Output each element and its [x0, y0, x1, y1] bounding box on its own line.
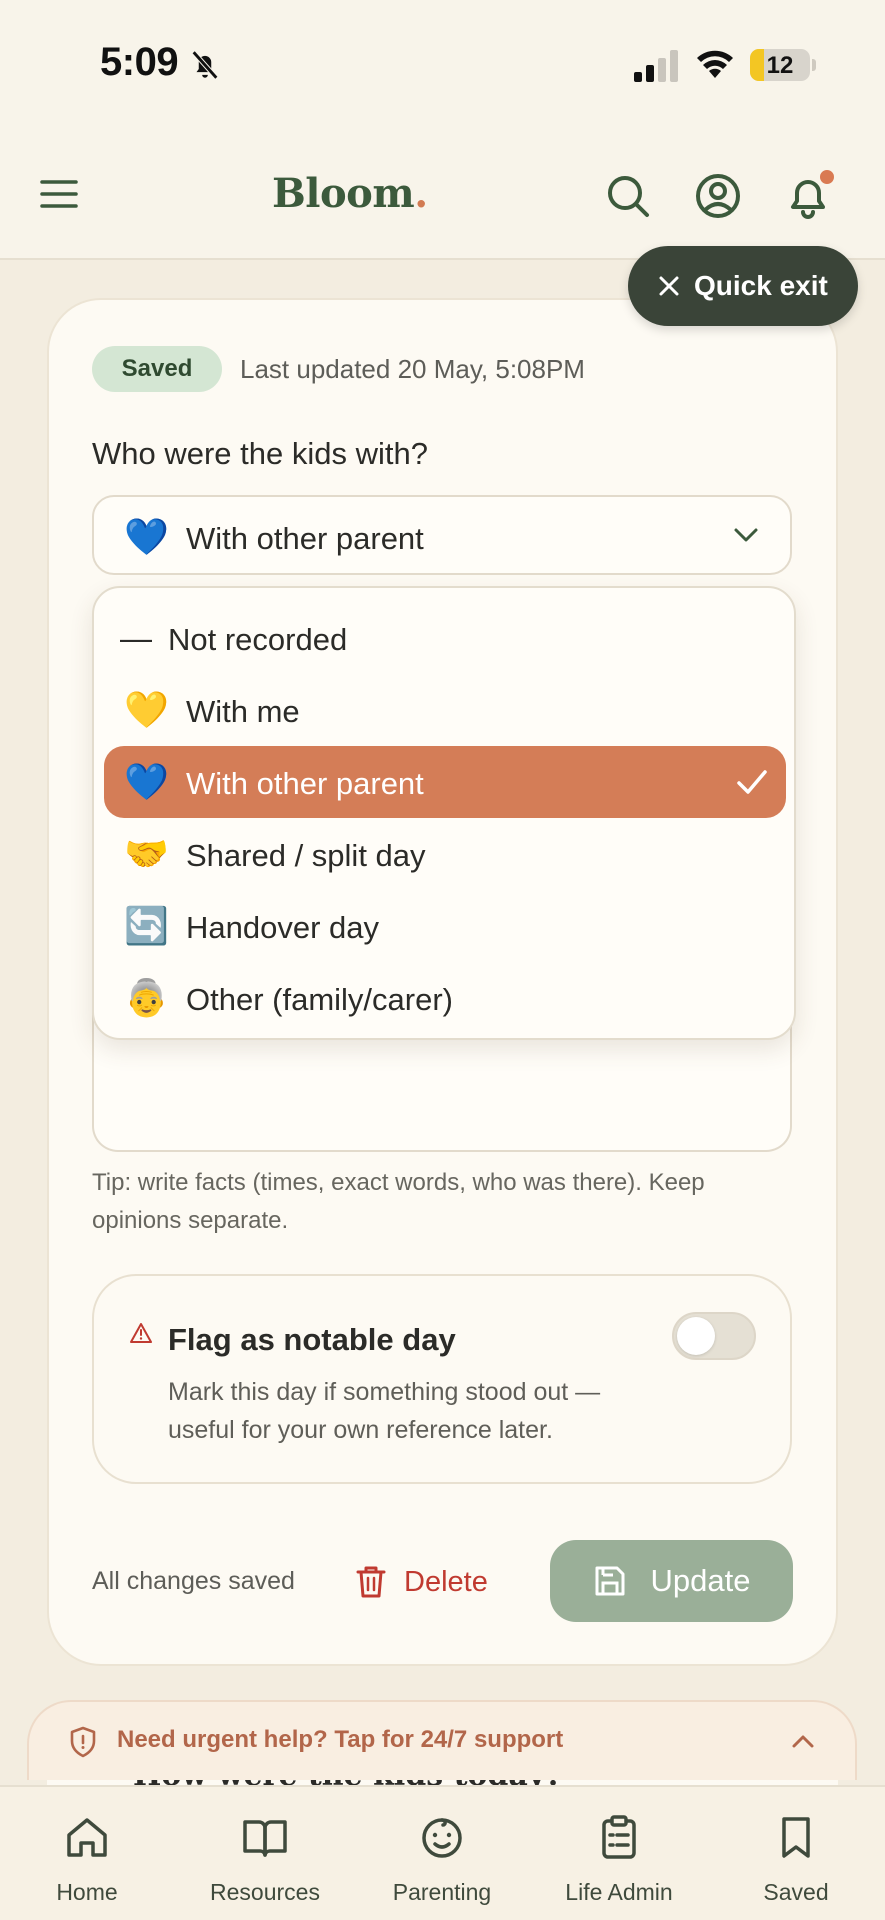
account-icon[interactable]	[694, 172, 742, 220]
option-label: With other parent	[186, 766, 424, 801]
option-label: Other (family/carer)	[186, 982, 453, 1017]
delete-button[interactable]: Delete	[356, 1560, 488, 1604]
bottom-nav: Home Resources Parenting Life Admin Save…	[0, 1785, 885, 1920]
app-logo[interactable]: Bloom.	[272, 170, 428, 217]
option-label: Handover day	[186, 910, 380, 945]
select-value: With other parent	[186, 521, 424, 556]
last-updated-text: Last updated 20 May, 5:08PM	[240, 354, 585, 384]
save-disk-icon	[595, 1566, 625, 1596]
clipboard-icon	[602, 1815, 636, 1859]
home-icon	[67, 1818, 107, 1857]
menu-icon[interactable]	[40, 176, 78, 212]
chevron-down-icon	[734, 528, 758, 542]
quick-exit-button[interactable]: Quick exit	[628, 246, 858, 326]
signal-icon	[634, 50, 678, 82]
select-emoji: 💙	[124, 516, 169, 557]
option-label: Not recorded	[168, 622, 348, 657]
notification-dot	[818, 168, 836, 186]
option-label: Shared / split day	[186, 838, 426, 873]
tip-text: Tip: write facts (times, exact words, wh…	[92, 1169, 705, 1234]
status-time: 5:09	[100, 40, 179, 84]
quick-exit-label: Quick exit	[694, 270, 828, 301]
nav-label: Parenting	[392, 1879, 492, 1905]
status-badge: Saved	[92, 346, 222, 392]
baby-face-icon	[422, 1818, 462, 1858]
option-with-other-parent[interactable]: 💙 With other parent	[104, 746, 786, 818]
status-bar: 5:09 12	[0, 0, 885, 130]
dash-icon: —	[120, 620, 152, 656]
nav-label: Saved	[763, 1879, 829, 1905]
flag-title: Flag as notable day	[168, 1322, 456, 1357]
kids-with-dropdown-menu: — Not recorded 💛 With me 💙 With other pa…	[92, 586, 796, 1040]
option-shared-split-day[interactable]: 🤝 Shared / split day	[104, 818, 786, 890]
trash-icon	[356, 1566, 386, 1598]
book-icon	[243, 1820, 287, 1857]
battery-level: 12	[766, 52, 794, 79]
handshake-icon: 🤝	[124, 833, 169, 874]
option-label: With me	[186, 694, 300, 729]
logo-dot: .	[414, 170, 428, 217]
option-with-me[interactable]: 💛 With me	[104, 674, 786, 746]
bell-off-icon	[191, 50, 219, 80]
update-label: Update	[650, 1563, 751, 1598]
shield-alert-icon	[70, 1726, 96, 1758]
toggle-knob	[677, 1317, 715, 1355]
urgent-help-label: Need urgent help? Tap for 24/7 support	[117, 1726, 564, 1753]
urgent-help-banner[interactable]: Need urgent help? Tap for 24/7 support	[27, 1700, 857, 1780]
search-icon[interactable]	[604, 172, 652, 220]
nav-life-admin[interactable]: Life Admin	[534, 1787, 704, 1920]
nav-saved[interactable]: Saved	[711, 1787, 881, 1920]
nav-label: Life Admin	[565, 1879, 673, 1905]
checkmark-icon	[737, 770, 767, 794]
wifi-icon	[697, 50, 733, 78]
flag-toggle[interactable]	[672, 1312, 756, 1360]
flag-description: Mark this day if something stood out — u…	[168, 1378, 601, 1444]
app-header: Bloom.	[0, 130, 885, 260]
arrows-cycle-icon: 🔄	[124, 905, 169, 946]
option-other-family-carer[interactable]: 👵 Other (family/carer)	[104, 962, 786, 1034]
nav-resources[interactable]: Resources	[180, 1787, 350, 1920]
chevron-up-icon	[792, 1735, 814, 1748]
logo-text: Bloom	[272, 170, 415, 217]
bookmark-icon	[782, 1817, 810, 1858]
delete-label: Delete	[404, 1565, 488, 1598]
option-not-recorded[interactable]: — Not recorded	[104, 602, 786, 674]
blue-heart-icon: 💙	[124, 761, 169, 802]
battery-tip	[812, 59, 816, 71]
nav-home[interactable]: Home	[2, 1787, 172, 1920]
nav-parenting[interactable]: Parenting	[357, 1787, 527, 1920]
update-button[interactable]: Update	[550, 1540, 793, 1622]
battery-icon: 12	[750, 49, 810, 81]
warning-triangle-icon	[130, 1323, 152, 1343]
save-status-text: All changes saved	[92, 1567, 295, 1595]
close-icon	[659, 276, 679, 296]
kids-with-select[interactable]: 💙 With other parent	[92, 495, 792, 575]
option-handover-day[interactable]: 🔄 Handover day	[104, 890, 786, 962]
older-woman-icon: 👵	[124, 977, 169, 1018]
yellow-heart-icon: 💛	[124, 689, 169, 730]
nav-label: Resources	[210, 1879, 320, 1905]
kids-with-question: Who were the kids with?	[92, 436, 428, 471]
nav-label: Home	[56, 1879, 118, 1905]
